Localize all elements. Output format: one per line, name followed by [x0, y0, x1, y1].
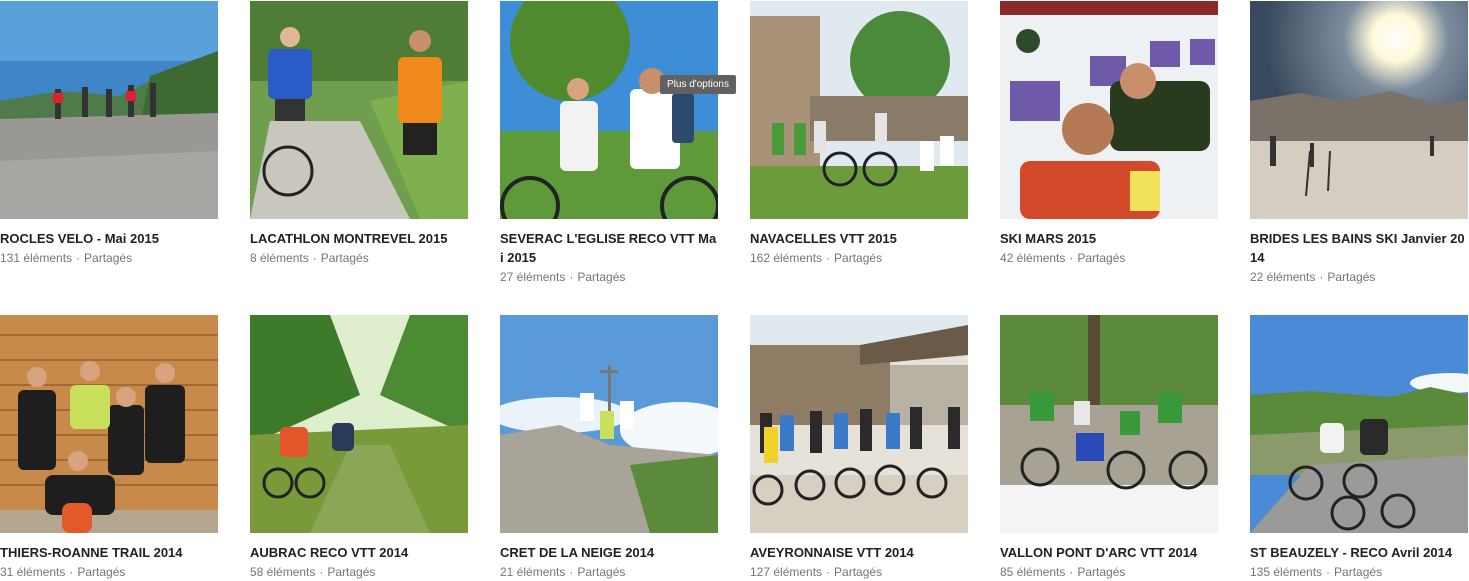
album-count: 131 éléments — [0, 251, 73, 265]
album-meta: 21 éléments · Partagés — [500, 563, 718, 581]
album-card[interactable]: CRET DE LA NEIGE 2014 21 éléments · Partag… — [500, 315, 718, 581]
album-title[interactable]: VALLON PONT D'ARC VTT 2014 — [1000, 543, 1218, 562]
album-shared-status: Partagés — [834, 251, 883, 265]
album-shared-status: Partagés — [84, 251, 133, 265]
album-title[interactable]: LACATHLON MONTREVEL 2015 — [250, 229, 468, 248]
separator-dot: · — [569, 270, 574, 284]
album-shared-status: Partagés — [1077, 251, 1126, 265]
album-thumbnail[interactable] — [500, 1, 718, 219]
album-thumbnail[interactable] — [250, 1, 468, 219]
separator-dot: · — [76, 251, 81, 265]
album-title[interactable]: ROCLES VELO - Mai 2015 — [0, 229, 218, 248]
album-title[interactable]: NAVACELLES VTT 2015 — [750, 229, 968, 248]
album-title[interactable]: THIERS-ROANNE TRAIL 2014 — [0, 543, 218, 562]
album-count: 58 éléments — [250, 565, 316, 579]
album-meta: 27 éléments · Partagés — [500, 268, 718, 286]
album-count: 8 éléments — [250, 251, 309, 265]
more-options-tooltip: Plus d'options — [660, 75, 736, 94]
album-shared-status: Partagés — [327, 565, 376, 579]
album-count: 135 éléments — [1250, 565, 1323, 579]
album-meta: 8 éléments · Partagés — [250, 249, 468, 267]
album-title[interactable]: ST BEAUZELY - RECO Avril 2014 — [1250, 543, 1468, 562]
album-count: 42 éléments — [1000, 251, 1066, 265]
album-count: 162 éléments — [750, 251, 823, 265]
album-thumbnail[interactable] — [1000, 1, 1218, 219]
album-card[interactable]: ST BEAUZELY - RECO Avril 2014 135 élémen… — [1250, 315, 1468, 581]
album-title[interactable]: SEVERAC L'EGLISE RECO VTT Mai 2015 — [500, 229, 718, 267]
album-card[interactable]: AUBRAC RECO VTT 2014 58 éléments · Partagé… — [250, 315, 468, 581]
album-shared-status: Partagés — [320, 251, 369, 265]
album-card[interactable]: NAVACELLES VTT 2015 162 éléments · Partagé… — [750, 1, 968, 267]
album-meta: 131 éléments · Partagés — [0, 249, 218, 267]
album-card[interactable]: SEVERAC L'EGLISE RECO VTT Mai 2015 27 él… — [500, 1, 718, 286]
album-card[interactable]: SKI MARS 2015 42 éléments · Partagés — [1000, 1, 1218, 267]
album-meta: 135 éléments · Partagés — [1250, 563, 1468, 581]
album-shared-status: Partagés — [1327, 270, 1376, 284]
separator-dot: · — [1069, 251, 1074, 265]
album-title[interactable]: CRET DE LA NEIGE 2014 — [500, 543, 718, 562]
album-shared-status: Partagés — [577, 270, 626, 284]
album-card[interactable]: AVEYRONNAISE VTT 2014 127 éléments · Parta… — [750, 315, 968, 581]
album-card[interactable]: BRIDES LES BAINS SKI Janvier 2014 22 élé… — [1250, 1, 1468, 286]
album-meta: 58 éléments · Partagés — [250, 563, 468, 581]
album-meta: 127 éléments · Partagés — [750, 563, 968, 581]
separator-dot: · — [319, 565, 324, 579]
separator-dot: · — [312, 251, 317, 265]
album-meta: 31 éléments · Partagés — [0, 563, 218, 581]
album-card[interactable]: LACATHLON MONTREVEL 2015 8 éléments · Part… — [250, 1, 468, 267]
album-count: 31 éléments — [0, 565, 66, 579]
album-meta: 42 éléments · Partagés — [1000, 249, 1218, 267]
album-thumbnail[interactable] — [500, 315, 718, 533]
album-title[interactable]: AUBRAC RECO VTT 2014 — [250, 543, 468, 562]
album-thumbnail[interactable] — [750, 1, 968, 219]
album-title[interactable]: SKI MARS 2015 — [1000, 229, 1218, 248]
album-title[interactable]: AVEYRONNAISE VTT 2014 — [750, 543, 968, 562]
separator-dot: · — [1069, 565, 1074, 579]
album-card[interactable]: THIERS-ROANNE TRAIL 2014 31 éléments · Par… — [0, 315, 218, 581]
album-meta: 22 éléments · Partagés — [1250, 268, 1468, 286]
album-thumbnail[interactable] — [750, 315, 968, 533]
album-thumbnail[interactable] — [1250, 1, 1468, 219]
separator-dot: · — [1326, 565, 1331, 579]
album-thumbnail[interactable] — [250, 315, 468, 533]
album-thumbnail[interactable] — [1250, 315, 1468, 533]
album-count: 127 éléments — [750, 565, 823, 579]
separator-dot: · — [69, 565, 74, 579]
album-count: 27 éléments — [500, 270, 566, 284]
album-thumbnail[interactable] — [0, 1, 218, 219]
album-meta: 162 éléments · Partagés — [750, 249, 968, 267]
album-card[interactable]: ROCLES VELO - Mai 2015 131 éléments · Part… — [0, 1, 218, 267]
separator-dot: · — [569, 565, 574, 579]
separator-dot: · — [1319, 270, 1324, 284]
album-shared-status: Partagés — [77, 565, 126, 579]
album-card[interactable]: VALLON PONT D'ARC VTT 2014 85 éléments · P… — [1000, 315, 1218, 581]
album-count: 85 éléments — [1000, 565, 1066, 579]
album-count: 22 éléments — [1250, 270, 1316, 284]
album-title[interactable]: BRIDES LES BAINS SKI Janvier 2014 — [1250, 229, 1468, 267]
album-shared-status: Partagés — [1334, 565, 1383, 579]
album-shared-status: Partagés — [577, 565, 626, 579]
album-shared-status: Partagés — [834, 565, 883, 579]
album-thumbnail[interactable] — [0, 315, 218, 533]
album-meta: 85 éléments · Partagés — [1000, 563, 1218, 581]
album-count: 21 éléments — [500, 565, 566, 579]
separator-dot: · — [826, 251, 831, 265]
album-shared-status: Partagés — [1077, 565, 1126, 579]
separator-dot: · — [826, 565, 831, 579]
album-thumbnail[interactable] — [1000, 315, 1218, 533]
